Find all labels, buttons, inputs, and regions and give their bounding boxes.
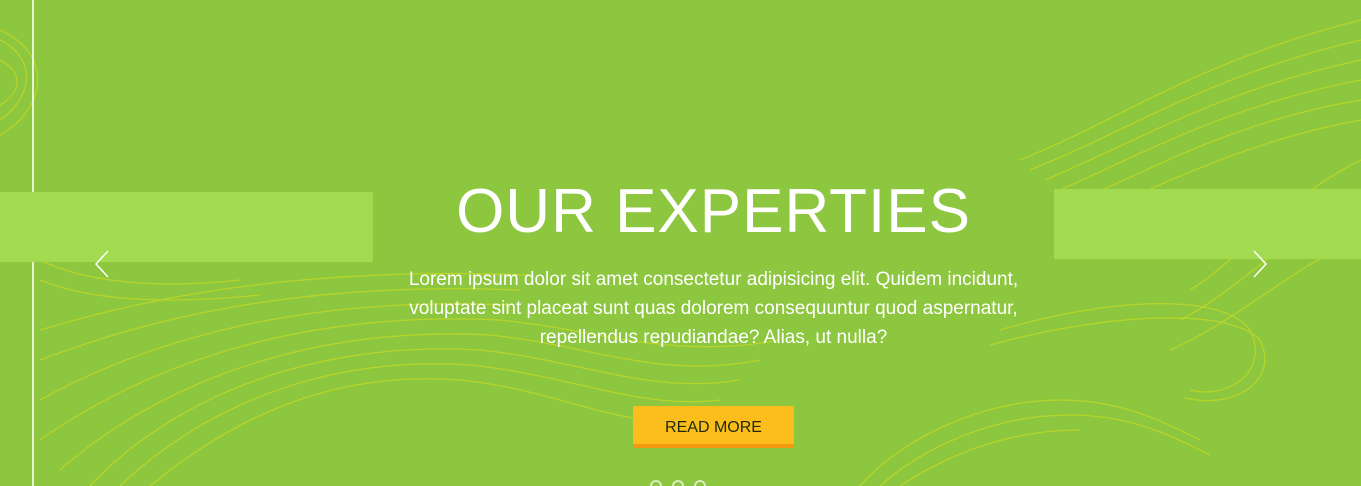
- read-more-button[interactable]: READ MORE: [633, 406, 794, 448]
- hero-slider: OUR EXPERTIES Lorem ipsum dolor sit amet…: [0, 0, 1361, 486]
- slide-dot-2[interactable]: [672, 480, 684, 486]
- next-slide-button[interactable]: [1244, 248, 1274, 280]
- right-accent-band: [1054, 189, 1361, 259]
- hero-description-line: Lorem ipsum dolor sit amet consectetur a…: [408, 269, 1019, 290]
- slide-dot-3[interactable]: [694, 480, 706, 486]
- hero-description-line: repellendus repudiandae? Alias, ut nulla…: [539, 327, 888, 348]
- slide-indicators: [650, 480, 706, 486]
- previous-slide-button[interactable]: [88, 248, 118, 280]
- left-accent-band: [0, 192, 373, 262]
- chevron-right-icon: [1253, 250, 1268, 278]
- chevron-left-icon: [94, 250, 109, 278]
- hero-description: Lorem ipsum dolor sit amet consectetur a…: [390, 265, 1037, 352]
- hero-title: OUR EXPERTIES: [456, 177, 971, 246]
- hero-description-line: voluptate sint placeat sunt quas dolorem…: [409, 298, 1018, 319]
- slide-dot-1[interactable]: [650, 480, 662, 486]
